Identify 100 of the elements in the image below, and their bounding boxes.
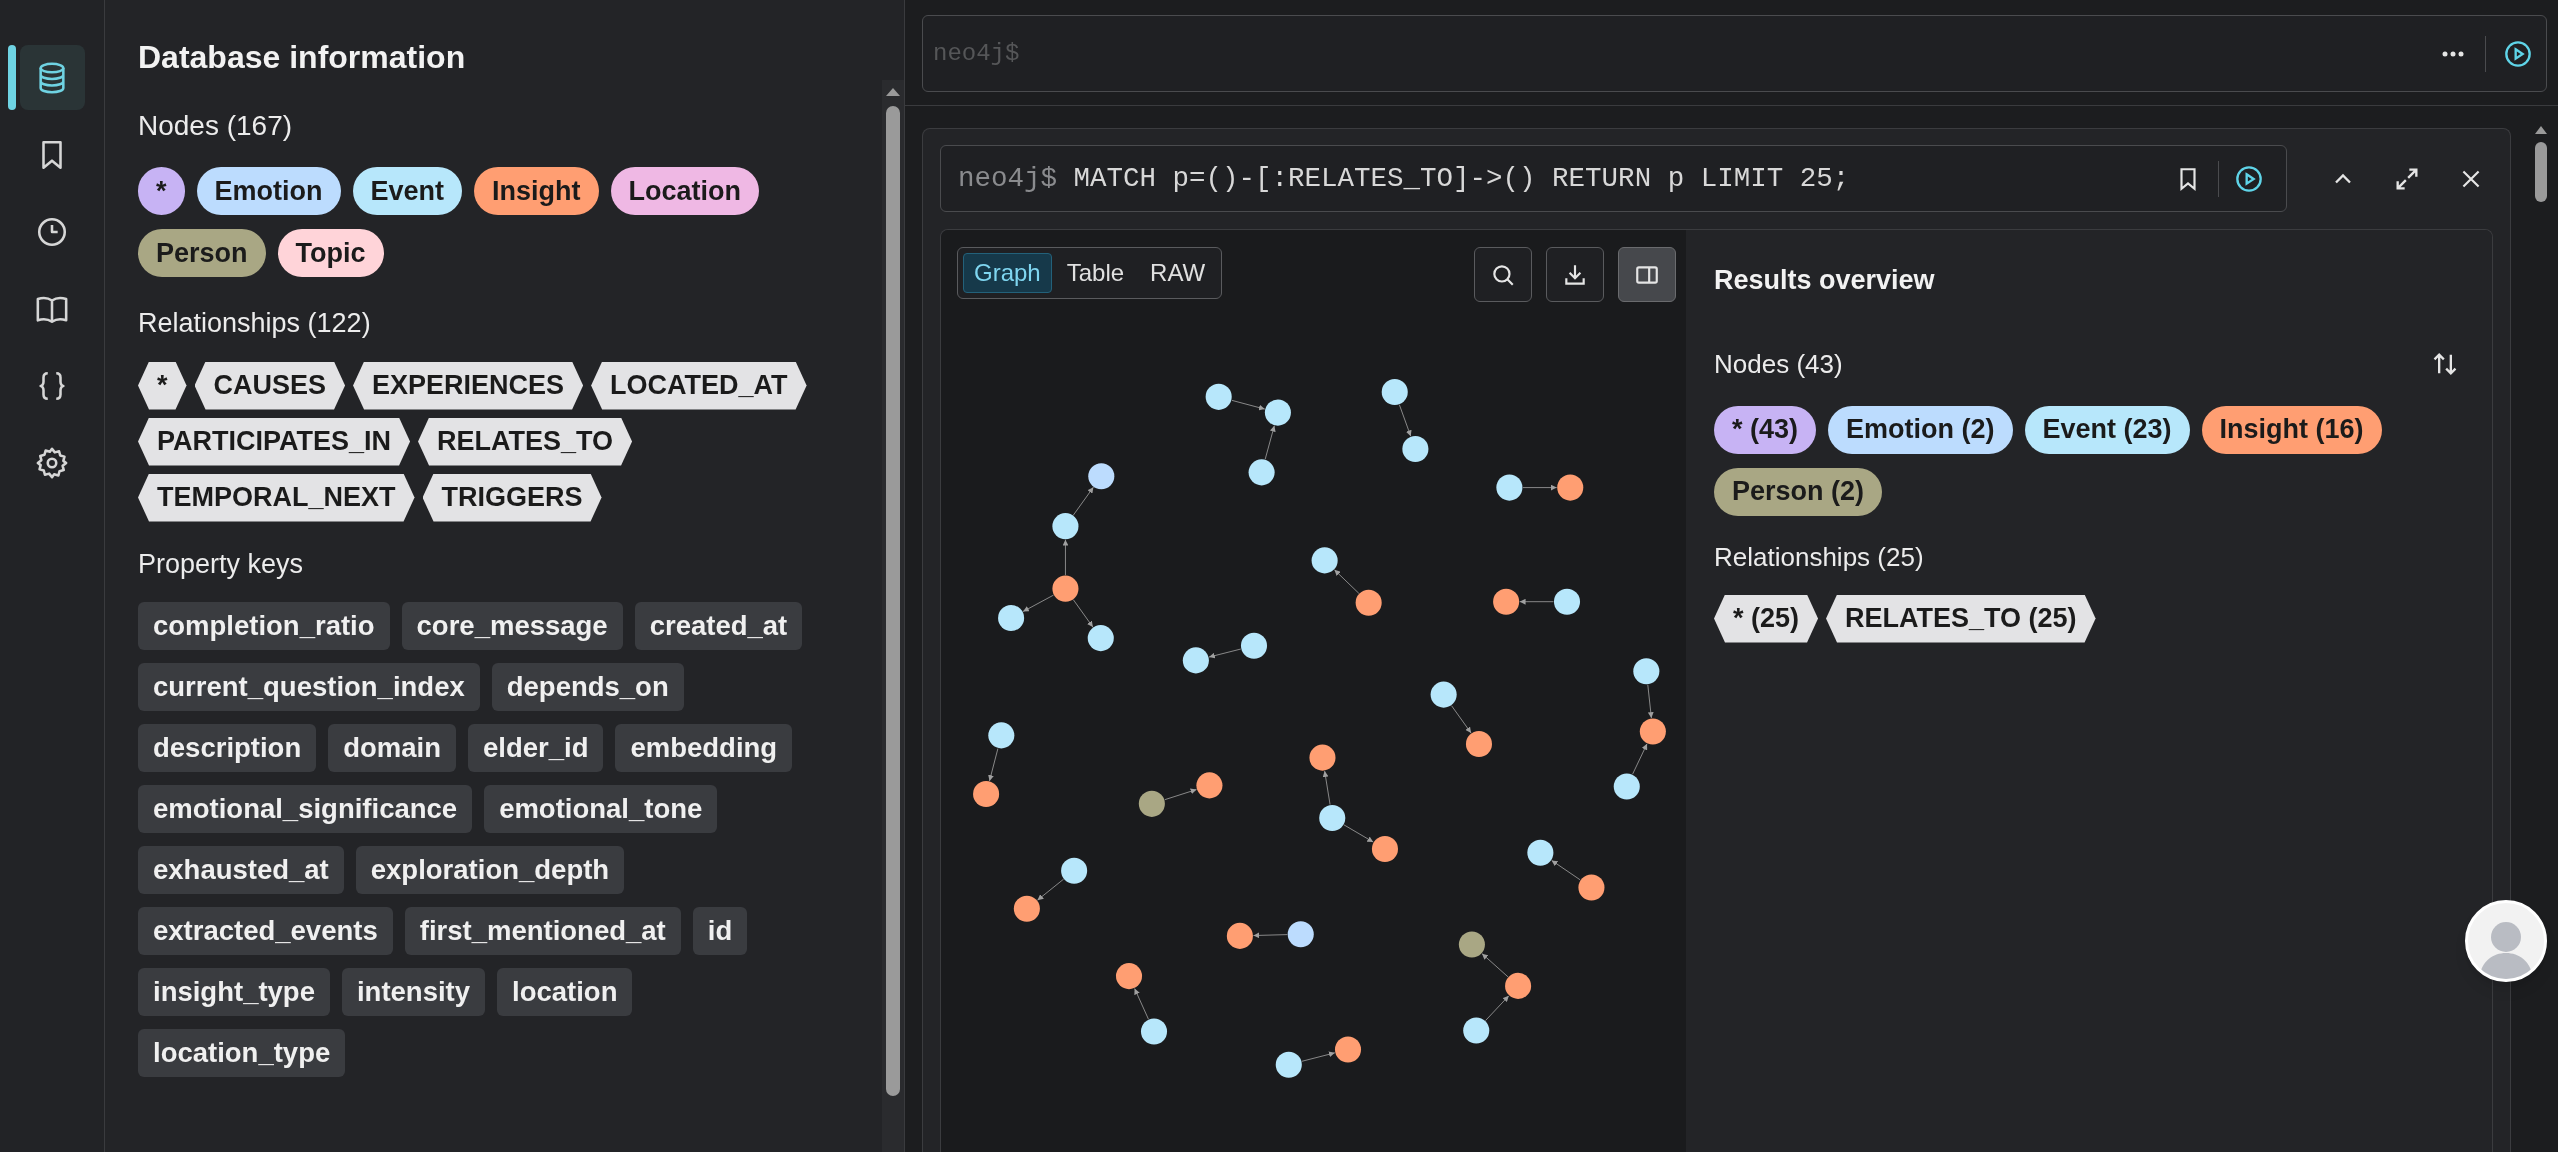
graph-node[interactable] xyxy=(1264,399,1291,426)
graph-node[interactable] xyxy=(973,781,1000,808)
property-key-chip[interactable]: insight_type xyxy=(138,968,330,1016)
graph-node[interactable] xyxy=(1248,459,1275,486)
query-text: neo4j$ MATCH p=()-[:RELATES_TO]->() RETURN p LIMIT 25; xyxy=(958,161,1850,196)
node-label-chip[interactable]: Person (2) xyxy=(1714,467,1883,516)
database-icon[interactable] xyxy=(19,45,85,110)
property-key-chip[interactable]: location xyxy=(497,968,633,1016)
section-heading: Nodes (167) xyxy=(138,109,294,143)
graph-node[interactable] xyxy=(1553,588,1581,615)
graph-node[interactable] xyxy=(1496,474,1523,501)
graph-node[interactable] xyxy=(1557,474,1584,501)
property-key-chip[interactable]: current_question_index xyxy=(138,663,480,711)
property-key-chip[interactable]: elder_id xyxy=(468,724,604,772)
graph-node[interactable] xyxy=(1334,1036,1362,1063)
graph-node[interactable] xyxy=(1463,1017,1490,1044)
graph-node[interactable] xyxy=(1205,383,1232,410)
graph-node[interactable] xyxy=(1138,790,1165,817)
graph-node[interactable] xyxy=(1309,744,1336,771)
graph-node[interactable] xyxy=(1226,922,1253,949)
property-key-chip[interactable]: description xyxy=(138,724,317,772)
graph-node[interactable] xyxy=(1052,575,1079,602)
graph-node[interactable] xyxy=(1087,625,1114,652)
graph-node[interactable] xyxy=(1196,772,1223,799)
property-key-chip[interactable]: depends_on xyxy=(491,663,684,711)
section-heading: Relationships (25) xyxy=(1714,540,1925,574)
graph-node[interactable] xyxy=(1311,547,1338,574)
property-key-chip[interactable]: emotional_tone xyxy=(484,785,718,833)
property-key-chip[interactable]: intensity xyxy=(341,968,486,1016)
graph-node[interactable] xyxy=(1639,718,1666,745)
property-key-chip[interactable]: completion_ratio xyxy=(138,602,390,650)
download-icon[interactable] xyxy=(1546,247,1604,302)
node-label-chip[interactable]: Emotion xyxy=(196,167,341,215)
view-tab[interactable]: Graph xyxy=(963,253,1052,293)
graph-node[interactable] xyxy=(1013,895,1040,922)
graph-node[interactable] xyxy=(1381,378,1408,405)
relationship-type-chip[interactable]: LOCATED_AT xyxy=(591,361,807,410)
node-label-chip[interactable]: Insight (16) xyxy=(2201,405,2382,454)
section-heading: Relationships (122) xyxy=(138,307,372,340)
property-key-chip[interactable]: first_mentioned_at xyxy=(404,907,681,955)
node-label-chip[interactable]: Event xyxy=(352,167,463,215)
node-label-chip[interactable]: Insight xyxy=(474,167,599,215)
property-key-chip[interactable]: exploration_depth xyxy=(355,846,625,894)
graph-node[interactable] xyxy=(1355,589,1382,616)
graph-node[interactable] xyxy=(1182,647,1209,674)
panel-title: Results overview xyxy=(1714,264,1936,297)
relationship-type-chip[interactable]: PARTICIPATES_IN xyxy=(138,417,411,466)
scrollbar[interactable] xyxy=(882,80,904,1152)
graph-node[interactable] xyxy=(1430,681,1457,708)
relationship-type-chip[interactable]: EXPERIENCES xyxy=(353,361,584,410)
property-key-chip[interactable]: emotional_significance xyxy=(138,785,473,833)
graph-node[interactable] xyxy=(1527,839,1554,866)
graph-node[interactable] xyxy=(1633,658,1660,685)
relationship-type-chip[interactable]: RELATES_TO (25) xyxy=(1826,594,2096,643)
property-key-chip[interactable]: exhausted_at xyxy=(138,846,344,894)
section-heading: Nodes (43) xyxy=(1714,347,1843,381)
graph-node[interactable] xyxy=(1140,1018,1168,1045)
graph-node[interactable] xyxy=(1402,435,1429,463)
property-key-chip[interactable]: embedding xyxy=(615,724,793,772)
query-box[interactable]: neo4j$ MATCH p=()-[:RELATES_TO]->() RETURN p LIMIT 25; xyxy=(940,145,2287,212)
node-label-chip[interactable]: Person xyxy=(138,229,266,277)
property-key-chip[interactable]: location_type xyxy=(138,1029,346,1077)
graph-node[interactable] xyxy=(1287,921,1314,948)
graph-node[interactable] xyxy=(1088,463,1115,490)
graph-node[interactable] xyxy=(1371,835,1398,862)
graph-node[interactable] xyxy=(1115,963,1143,990)
property-key-chip[interactable]: created_at xyxy=(634,602,803,650)
relationship-type-chip[interactable]: TEMPORAL_NEXT xyxy=(138,473,415,522)
node-label-chip[interactable]: Location xyxy=(610,167,760,215)
graph-node[interactable] xyxy=(1052,513,1079,540)
property-key-chip[interactable]: extracted_events xyxy=(138,907,393,955)
graph-node[interactable] xyxy=(988,722,1015,749)
graph-node[interactable] xyxy=(1275,1051,1302,1078)
graph-node[interactable] xyxy=(1240,632,1268,659)
graph-node[interactable] xyxy=(1493,588,1520,615)
panel-toggle-icon[interactable] xyxy=(1618,247,1676,302)
relationship-type-chip[interactable]: RELATES_TO xyxy=(418,417,633,466)
graph-node[interactable] xyxy=(1578,874,1605,901)
node-label-chip[interactable]: Emotion (2) xyxy=(1828,405,2013,454)
view-tab[interactable]: RAW xyxy=(1139,253,1217,293)
property-key-chip[interactable]: id xyxy=(692,907,748,955)
graph-node[interactable] xyxy=(1505,972,1532,999)
relationship-type-chip[interactable]: CAUSES xyxy=(194,361,346,410)
node-label-chip[interactable]: * (43) xyxy=(1714,405,1817,454)
node-label-chip[interactable]: Event (23) xyxy=(2024,405,2190,454)
node-label-chip[interactable]: * xyxy=(138,167,185,215)
search-icon[interactable] xyxy=(1474,247,1532,302)
view-tab[interactable]: Table xyxy=(1055,253,1136,293)
property-key-chip[interactable]: core_message xyxy=(401,602,623,650)
graph-node[interactable] xyxy=(1061,857,1088,884)
graph-node[interactable] xyxy=(1613,773,1640,800)
property-key-chip[interactable]: domain xyxy=(328,724,456,772)
relationship-type-chip[interactable]: * (25) xyxy=(1714,594,1819,643)
relationship-type-chip[interactable]: TRIGGERS xyxy=(422,473,602,522)
graph-node[interactable] xyxy=(1458,931,1485,958)
graph-node[interactable] xyxy=(998,604,1025,632)
graph-node[interactable] xyxy=(1465,731,1492,758)
relationship-type-chip[interactable]: * xyxy=(138,361,187,410)
node-label-chip[interactable]: Topic xyxy=(277,229,384,277)
graph-node[interactable] xyxy=(1319,804,1346,831)
